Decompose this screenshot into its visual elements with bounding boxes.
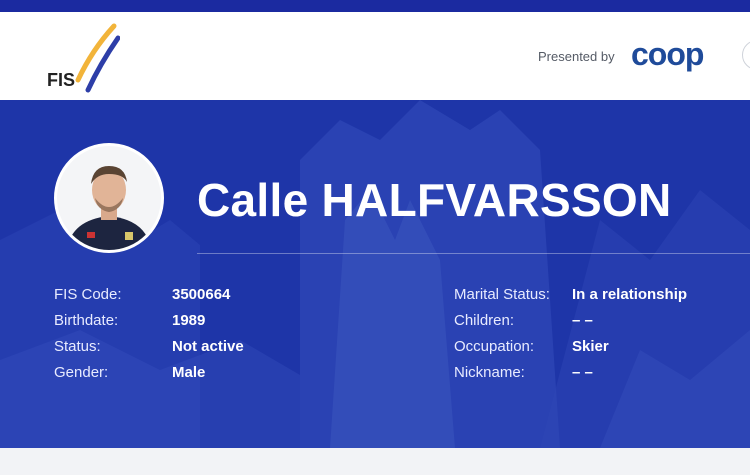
site-header: FIS Presented by coop <box>0 12 750 100</box>
detail-label: Birthdate: <box>54 312 119 329</box>
detail-label: Gender: <box>54 364 109 381</box>
detail-label: FIS Code: <box>54 286 122 303</box>
detail-value: 3500664 <box>172 286 231 303</box>
detail-value: Not active <box>172 338 244 355</box>
detail-value: Male <box>172 364 206 381</box>
detail-value: – – <box>572 312 593 329</box>
page-content-area <box>0 448 750 475</box>
presented-by-label: Presented by <box>538 49 615 64</box>
detail-label: Marital Status: <box>454 286 550 303</box>
athlete-name: Calle HALFVARSSON <box>197 174 672 226</box>
detail-label: Nickname: <box>454 364 525 381</box>
detail-value: 1989 <box>172 312 206 329</box>
detail-value: Skier <box>572 338 609 355</box>
detail-label: Occupation: <box>454 338 535 355</box>
fis-logo[interactable]: FIS <box>44 20 121 94</box>
athlete-hero: Calle HALFVARSSON FIS Code: 3500664 Birt… <box>0 100 750 448</box>
athlete-avatar <box>54 143 164 253</box>
detail-value: – – <box>572 364 593 381</box>
detail-value: In a relationship <box>572 286 688 303</box>
top-strip <box>0 0 750 12</box>
header-action-circle[interactable] <box>742 40 750 70</box>
svg-text:coop: coop <box>631 38 704 72</box>
svg-text:FIS: FIS <box>47 70 75 90</box>
detail-label: Children: <box>454 312 515 329</box>
detail-label: Status: <box>54 338 101 355</box>
coop-logo[interactable]: coop <box>631 36 731 72</box>
name-divider <box>197 253 750 254</box>
